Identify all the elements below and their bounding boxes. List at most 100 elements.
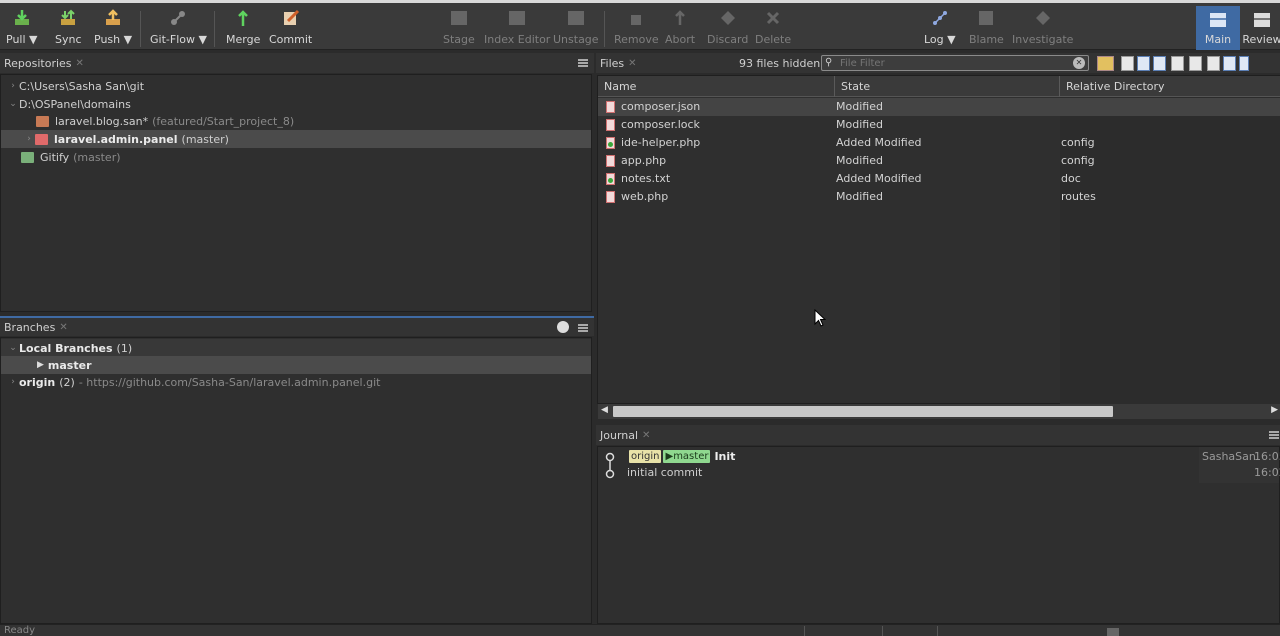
delete-button[interactable]: Delete <box>755 9 791 49</box>
commit-icon <box>282 9 300 27</box>
stage-icon <box>450 9 468 27</box>
repo-group[interactable]: ⌄ D:\OSPanel\domains <box>1 95 591 113</box>
scroll-right-icon[interactable]: ▶ <box>1271 405 1278 415</box>
conflict-file-icon[interactable] <box>1223 56 1236 71</box>
file-row[interactable]: ide-helper.php Added Modified config <box>598 134 1280 152</box>
status-separator <box>882 626 883 636</box>
repositories-header: Repositories ✕ <box>0 53 594 73</box>
file-row[interactable]: composer.json Modified <box>598 98 1280 116</box>
view-main-button[interactable]: Main <box>1196 6 1240 50</box>
search-icon: ⚲ <box>825 57 833 68</box>
menu-icon[interactable] <box>1269 431 1279 439</box>
close-icon[interactable]: ✕ <box>628 58 636 69</box>
log-icon <box>931 9 949 27</box>
remove-icon <box>627 9 645 27</box>
added-file-icon[interactable] <box>1153 56 1166 71</box>
branches-panel: ⌄ Local Branches (1) ▶ master › origin (… <box>0 337 592 624</box>
added-file-icon <box>606 137 615 149</box>
stage-button[interactable]: Stage <box>443 9 475 49</box>
pull-button[interactable]: Pull ▼ <box>6 9 37 49</box>
close-icon[interactable]: ✕ <box>59 322 67 333</box>
file-row[interactable]: notes.txt Added Modified doc <box>598 170 1280 188</box>
toolbar-separator <box>604 11 605 47</box>
index-editor-button[interactable]: Index Editor <box>484 9 550 49</box>
review-view-icon <box>1253 11 1271 29</box>
commit-button[interactable]: Commit <box>269 9 312 49</box>
local-branches-group[interactable]: ⌄ Local Branches (1) <box>1 339 591 357</box>
column-relative-directory[interactable]: Relative Directory <box>1060 76 1280 97</box>
journal-entry[interactable]: origin ▶master Init <box>629 449 735 463</box>
close-icon[interactable]: ✕ <box>642 430 650 441</box>
file-row[interactable]: web.php Modified routes <box>598 188 1280 206</box>
index-editor-icon <box>508 9 526 27</box>
menu-icon[interactable] <box>578 324 588 332</box>
repo-item-selected[interactable]: › laravel.admin.panel (master) <box>1 130 591 148</box>
modified-file-icon <box>606 101 615 113</box>
modified-file-icon[interactable] <box>1137 56 1150 71</box>
abort-button[interactable]: Abort <box>665 9 695 49</box>
ignored-file-icon[interactable] <box>1189 56 1202 71</box>
repo-group[interactable]: › C:\Users\Sasha San\git <box>1 77 591 95</box>
repository-icon <box>36 115 49 127</box>
tag-master: ▶master <box>663 449 711 463</box>
unversioned-file-icon[interactable] <box>1171 56 1184 71</box>
remove-button[interactable]: Remove <box>614 9 659 49</box>
unstage-button[interactable]: Unstage <box>553 9 599 49</box>
sync-icon <box>59 9 77 27</box>
menu-icon[interactable] <box>578 59 588 67</box>
column-name[interactable]: Name <box>598 76 835 97</box>
chevron-right-icon[interactable]: › <box>7 377 19 387</box>
blame-button[interactable]: Blame <box>969 9 1004 49</box>
chevron-right-icon[interactable]: › <box>23 134 35 144</box>
list-view-icon[interactable] <box>1239 56 1249 71</box>
chevron-down-icon[interactable]: ⌄ <box>7 343 19 353</box>
git-flow-button[interactable]: Git-Flow ▼ <box>150 9 207 49</box>
discard-button[interactable]: Discard <box>707 9 748 49</box>
commit-graph-icon <box>605 452 615 479</box>
merge-button[interactable]: Merge <box>226 9 260 49</box>
branches-title: Branches <box>4 320 56 334</box>
close-icon[interactable]: ✕ <box>76 58 84 69</box>
scrollbar-thumb[interactable] <box>613 406 1113 417</box>
tag-origin: origin <box>629 449 662 463</box>
repositories-panel: › C:\Users\Sasha San\git ⌄ D:\OSPanel\do… <box>0 74 592 312</box>
files-horizontal-scrollbar[interactable]: ◀ ▶ <box>598 404 1280 419</box>
pull-icon <box>13 9 31 27</box>
push-button[interactable]: Push ▼ <box>94 9 132 49</box>
main-toolbar: Pull ▼ Sync Push ▼ Git-Flow ▼ Merge Comm… <box>0 0 1280 50</box>
journal-title: Journal <box>600 428 639 442</box>
sync-button[interactable]: Sync <box>55 9 82 49</box>
file-row[interactable]: app.php Modified config <box>598 152 1280 170</box>
modified-file-icon <box>606 155 615 167</box>
branch-item-master[interactable]: ▶ master <box>1 356 591 374</box>
merge-icon <box>234 9 252 27</box>
git-flow-icon <box>169 9 187 27</box>
chevron-down-icon[interactable]: ⌄ <box>7 99 19 109</box>
file-row[interactable]: composer.lock Modified <box>598 116 1280 134</box>
github-icon[interactable] <box>557 321 569 333</box>
file-icon[interactable] <box>1121 56 1134 71</box>
folder-icon[interactable] <box>1097 56 1114 71</box>
chevron-right-icon[interactable]: › <box>7 81 19 91</box>
remote-origin-group[interactable]: › origin (2) - https://github.com/Sasha-… <box>1 373 591 391</box>
repo-item[interactable]: laravel.blog.san* (featured/Start_projec… <box>1 112 591 130</box>
repo-item[interactable]: Gitify (master) <box>1 148 591 166</box>
branches-header: Branches ✕ <box>0 316 594 336</box>
main-view-icon <box>1209 11 1227 29</box>
view-review-button[interactable]: Review <box>1240 6 1280 50</box>
file-filter-input[interactable] <box>840 56 1065 70</box>
scroll-left-icon[interactable]: ◀ <box>601 405 608 415</box>
push-icon <box>104 9 122 27</box>
journal-entry[interactable]: initial commit <box>627 466 702 480</box>
hidden-files-count: 93 files hidden <box>739 57 821 70</box>
file-filter-field[interactable]: ⚲ ✕ <box>821 55 1089 71</box>
toolbar-separator <box>214 11 215 47</box>
column-state[interactable]: State <box>835 76 1060 97</box>
journal-header: Journal ✕ <box>596 425 1280 445</box>
clear-filter-icon[interactable]: ✕ <box>1073 57 1085 69</box>
investigate-button[interactable]: Investigate <box>1012 9 1073 49</box>
repository-icon <box>35 133 48 145</box>
toolbar-separator <box>140 11 141 47</box>
log-button[interactable]: Log ▼ <box>924 9 956 49</box>
removed-file-icon[interactable] <box>1207 56 1220 71</box>
